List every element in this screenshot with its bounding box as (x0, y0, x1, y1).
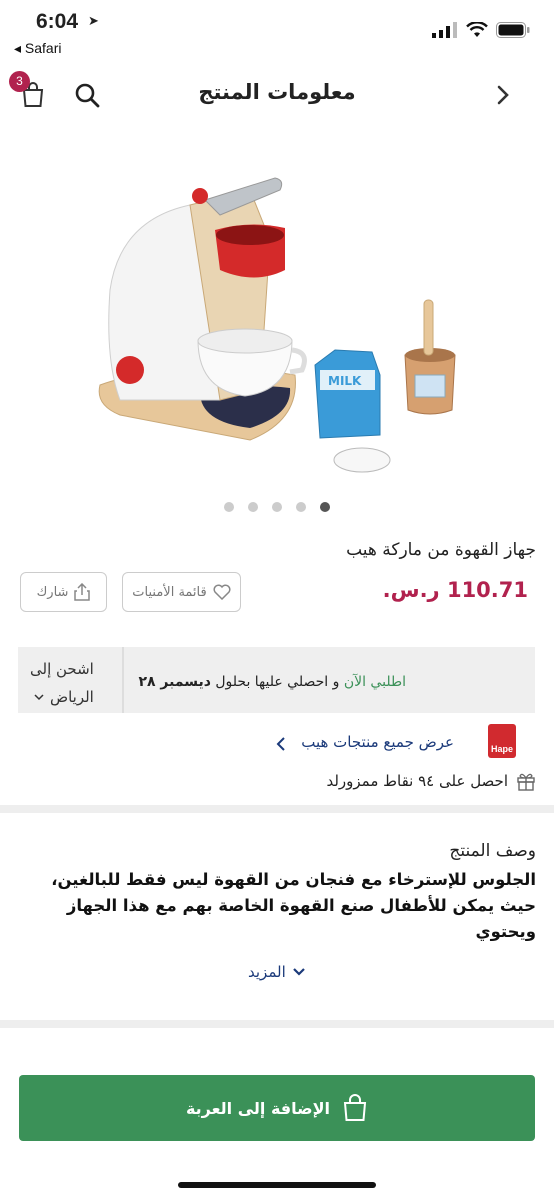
signal-icon (432, 22, 457, 38)
points-text: احصل على ٩٤ نقاط ممزورلد (326, 772, 508, 790)
gift-icon (517, 773, 535, 791)
gallery-dot[interactable] (296, 502, 306, 512)
gallery-dot-active[interactable] (320, 502, 330, 512)
share-label: شارك (36, 584, 69, 600)
shipping-eta: اطلبي الآن و احصلي عليها بحلول ديسمبر ٢٨ (138, 674, 406, 690)
view-all-brand-label: عرض جميع منتجات هيب (301, 733, 454, 751)
add-to-cart-label: الإضافة إلى العربة (185, 1098, 331, 1118)
shipping-text: و احصلي عليها بحلول (210, 674, 344, 690)
ship-to-selector[interactable]: اشحن إلى الرياض (30, 655, 94, 711)
loyalty-points: احصل على ٩٤ نقاط ممزورلد (326, 771, 536, 791)
more-button[interactable]: المزيد (248, 963, 306, 981)
status-time: 6:04 (36, 10, 79, 33)
chevron-down-icon (34, 694, 44, 701)
gallery-dots[interactable] (0, 502, 554, 512)
view-all-brand-link[interactable]: عرض جميع منتجات هيب (301, 733, 454, 751)
gallery-dot[interactable] (272, 502, 282, 512)
chevron-right-icon[interactable] (486, 78, 520, 112)
wishlist-button[interactable]: قائمة الأمنيات (122, 572, 241, 612)
description-title: وصف المنتج (449, 841, 536, 861)
add-to-cart-button[interactable]: الإضافة إلى العربة (19, 1075, 535, 1141)
chevron-left-icon (276, 736, 286, 755)
ship-to-label: اشحن إلى (30, 660, 94, 678)
brand-logo[interactable]: Hape (488, 724, 516, 758)
description-body: الجلوس للإسترخاء مع فنجان من القهوة ليس … (51, 870, 536, 941)
shipping-divider (122, 647, 124, 713)
product-image[interactable]: MILK (80, 160, 480, 480)
back-to-app-link[interactable]: ◂ Safari (14, 40, 62, 57)
location-arrow-icon: ➤ (88, 14, 99, 29)
shopping-bag-icon (343, 1094, 367, 1121)
wishlist-label: قائمة الأمنيات (132, 584, 207, 600)
more-label: المزيد (248, 963, 286, 981)
status-icons (432, 22, 530, 38)
page-title: معلومات المنتج (198, 80, 356, 104)
share-button[interactable]: شارك (20, 572, 107, 612)
chevron-down-icon (292, 968, 305, 976)
heart-icon (213, 584, 231, 600)
product-title: جهاز القهوة من ماركة هيب (346, 540, 536, 560)
wifi-icon (466, 22, 488, 37)
product-price: 110.71 ر.س. (382, 578, 528, 602)
gallery-dot[interactable] (224, 502, 234, 512)
share-icon (74, 583, 91, 601)
home-indicator[interactable] (178, 1182, 376, 1188)
shipping-date: ديسمبر ٢٨ (138, 674, 211, 690)
ship-city: الرياض (49, 688, 94, 706)
gallery-dot[interactable] (248, 502, 258, 512)
svg-text:MILK: MILK (328, 374, 362, 388)
battery-icon (496, 22, 530, 38)
section-divider (0, 805, 554, 813)
section-divider (0, 1020, 554, 1028)
order-now-label: اطلبي الآن (343, 674, 406, 690)
